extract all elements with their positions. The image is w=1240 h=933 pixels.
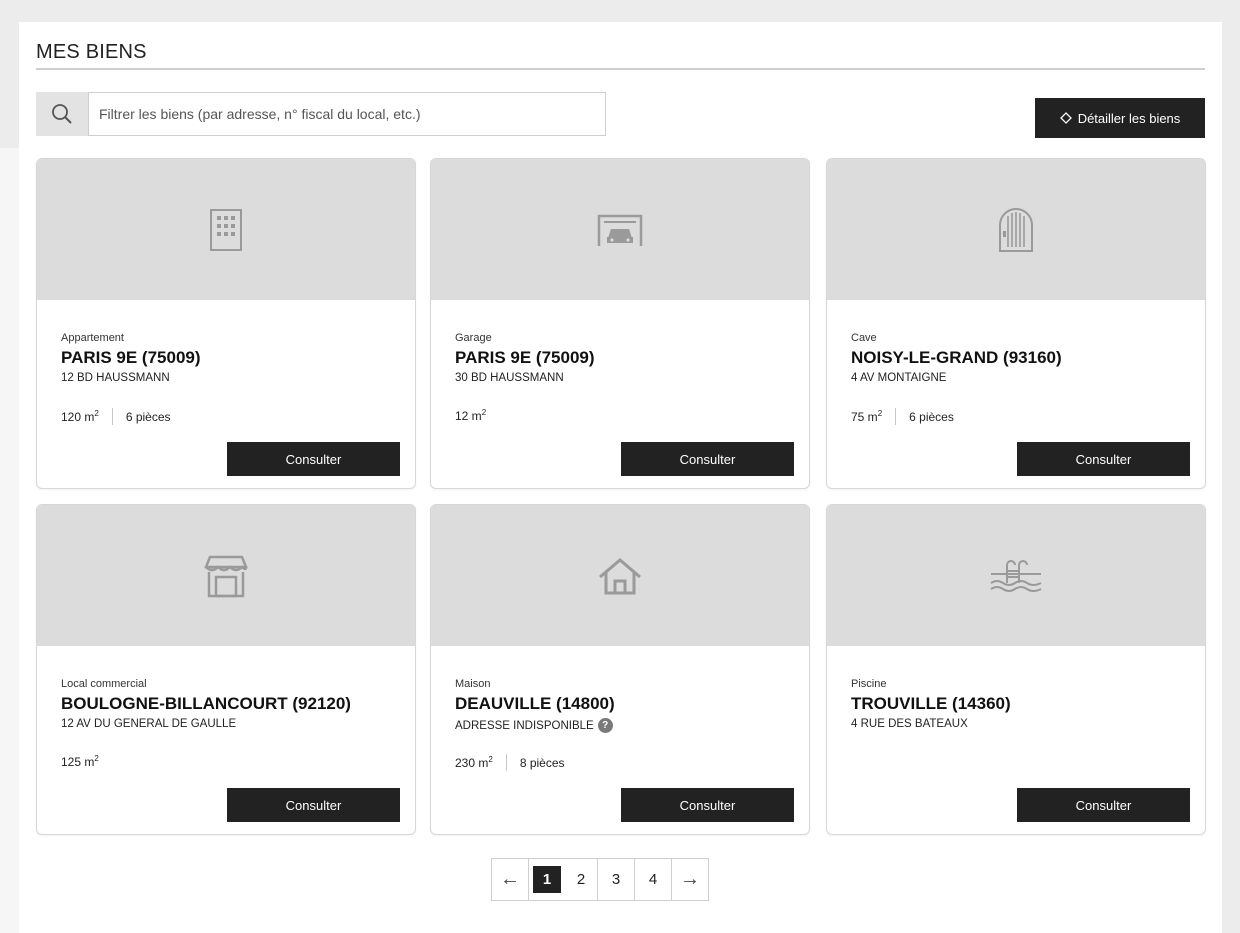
property-meta: 230 m2 8 pièces: [455, 754, 565, 771]
left-sidebar-strip: [0, 148, 19, 933]
property-card: Maison DEAUVILLE (14800) ADRESSE INDISPO…: [430, 504, 810, 835]
page-1-button[interactable]: 1: [533, 866, 561, 893]
property-city: DEAUVILLE (14800): [455, 694, 615, 713]
property-image: [431, 159, 809, 300]
consult-button[interactable]: Consulter: [621, 788, 794, 822]
property-rooms: 8 pièces: [519, 755, 565, 770]
property-type: Cave: [851, 332, 877, 344]
search-input[interactable]: [88, 92, 606, 136]
property-card: Local commercial BOULOGNE-BILLANCOURT (9…: [36, 504, 416, 835]
address-text: 30 BD HAUSSMANN: [455, 372, 564, 384]
prev-page-button[interactable]: ←: [492, 859, 528, 900]
pool-icon: [990, 559, 1042, 592]
property-type: Piscine: [851, 678, 887, 690]
property-meta: 12 m2: [455, 408, 486, 423]
property-rooms: 6 pièces: [125, 409, 171, 424]
pagination: ← 1 2 3 4 →: [491, 858, 709, 901]
property-card: Garage PARIS 9E (75009) 30 BD HAUSSMANN …: [430, 158, 810, 489]
expand-icon: [1059, 112, 1072, 124]
detail-properties-button[interactable]: Détailler les biens: [1035, 98, 1205, 138]
property-address: 4 RUE DES BATEAUX: [851, 718, 968, 730]
page-title: MES BIENS: [36, 41, 147, 63]
property-address: 30 BD HAUSSMANN: [455, 372, 564, 384]
consult-button[interactable]: Consulter: [1017, 442, 1190, 476]
address-text: 4 RUE DES BATEAUX: [851, 718, 968, 730]
main-panel: MES BIENS Détailler les biens Appartemen: [19, 22, 1222, 933]
page-4-button[interactable]: 4: [635, 859, 671, 900]
property-meta: 125 m2: [61, 754, 99, 769]
page-2-button[interactable]: 2: [565, 859, 597, 900]
meta-divider: [505, 754, 507, 771]
title-divider: [36, 68, 1205, 70]
property-address: ADRESSE INDISPONIBLE ?: [455, 718, 613, 733]
next-page-button[interactable]: →: [672, 859, 708, 900]
address-text: ADRESSE INDISPONIBLE: [455, 719, 594, 732]
house-icon: [599, 557, 641, 594]
address-text: 12 AV DU GENERAL DE GAULLE: [61, 718, 237, 730]
meta-divider: [111, 408, 113, 425]
cellar-door-icon: [999, 207, 1033, 252]
meta-divider: [895, 408, 897, 425]
search-icon: [52, 104, 72, 124]
property-type: Garage: [455, 332, 492, 344]
help-icon[interactable]: ?: [597, 718, 613, 733]
property-city: PARIS 9E (75009): [61, 348, 201, 367]
property-city: TROUVILLE (14360): [851, 694, 1011, 713]
property-meta: 120 m2 6 pièces: [61, 408, 171, 425]
consult-button[interactable]: Consulter: [621, 442, 794, 476]
property-image: [431, 505, 809, 646]
property-area: 12 m2: [455, 408, 487, 423]
address-text: 4 AV MONTAIGNE: [851, 372, 947, 384]
property-area: 75 m2: [851, 409, 883, 424]
property-type: Local commercial: [61, 678, 147, 690]
garage-icon: [597, 214, 643, 246]
property-city: NOISY-LE-GRAND (93160): [851, 348, 1062, 367]
consult-button[interactable]: Consulter: [1017, 788, 1190, 822]
property-area: 125 m2: [61, 754, 99, 769]
consult-button[interactable]: Consulter: [227, 442, 400, 476]
property-image: [827, 505, 1205, 646]
property-rooms: 6 pièces: [909, 409, 954, 424]
property-card: Cave NOISY-LE-GRAND (93160) 4 AV MONTAIG…: [826, 158, 1206, 489]
shop-icon: [204, 555, 248, 597]
property-image: [827, 159, 1205, 300]
property-city: BOULOGNE-BILLANCOURT (92120): [61, 694, 351, 713]
detail-button-label: Détailler les biens: [1077, 110, 1181, 126]
building-icon: [210, 208, 242, 251]
property-address: 12 BD HAUSSMANN: [61, 372, 170, 384]
property-card: Piscine TROUVILLE (14360) 4 RUE DES BATE…: [826, 504, 1206, 835]
search-button[interactable]: [36, 92, 88, 136]
property-image: [37, 505, 415, 646]
property-city: PARIS 9E (75009): [455, 348, 595, 367]
property-address: 4 AV MONTAIGNE: [851, 372, 946, 384]
property-type: Maison: [455, 678, 491, 690]
property-address: 12 AV DU GENERAL DE GAULLE: [61, 718, 236, 730]
property-area: 120 m2: [61, 409, 99, 424]
address-text: 12 BD HAUSSMANN: [61, 372, 170, 384]
consult-button[interactable]: Consulter: [227, 788, 400, 822]
property-area: 230 m2: [455, 755, 493, 770]
page-3-button[interactable]: 3: [598, 859, 634, 900]
property-image: [37, 159, 415, 300]
pagination-divider: [528, 859, 529, 900]
property-meta: 75 m2 6 pièces: [851, 408, 954, 425]
property-type: Appartement: [61, 332, 124, 344]
property-card: Appartement PARIS 9E (75009) 12 BD HAUSS…: [36, 158, 416, 489]
